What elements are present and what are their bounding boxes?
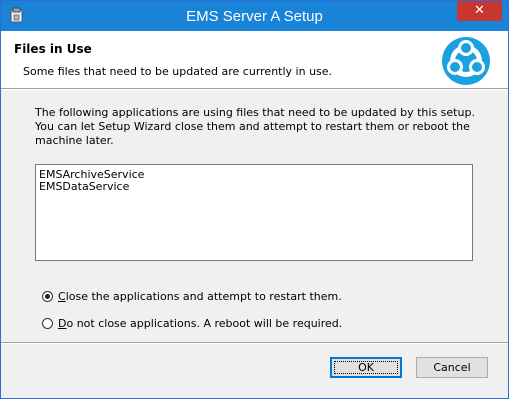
header-divider <box>1 88 508 90</box>
option-close-apps[interactable]: Close the applications and attempt to re… <box>42 290 342 303</box>
do-not-close-label[interactable]: Do not close applications. A reboot will… <box>58 317 342 330</box>
setup-window: EMS Server A Setup ✕ Files in Use Some f… <box>0 0 509 399</box>
close-apps-radio[interactable] <box>42 291 53 302</box>
cancel-button-label: Cancel <box>433 361 471 374</box>
description-text: The following applications are using fil… <box>35 106 475 147</box>
title-bar: EMS Server A Setup ✕ <box>1 1 508 31</box>
header-panel: Files in Use Some files that need to be … <box>1 31 508 88</box>
list-item[interactable]: EMSDataService <box>39 181 469 193</box>
close-button[interactable]: ✕ <box>457 1 502 21</box>
cancel-button[interactable]: Cancel <box>416 357 488 378</box>
focus-rect <box>334 361 398 374</box>
footer-divider <box>1 342 508 344</box>
page-subtitle: Some files that need to be updated are c… <box>23 65 333 78</box>
applications-list[interactable]: EMSArchiveService EMSDataService <box>35 164 473 261</box>
page-title: Files in Use <box>14 42 92 56</box>
window-title: EMS Server A Setup <box>186 8 323 25</box>
close-apps-label[interactable]: Close the applications and attempt to re… <box>58 290 342 303</box>
ems-logo-icon <box>442 37 490 85</box>
ok-button[interactable]: OK <box>330 357 402 378</box>
do-not-close-radio[interactable] <box>42 318 53 329</box>
close-icon: ✕ <box>474 3 485 18</box>
option-do-not-close[interactable]: Do not close applications. A reboot will… <box>42 317 342 330</box>
